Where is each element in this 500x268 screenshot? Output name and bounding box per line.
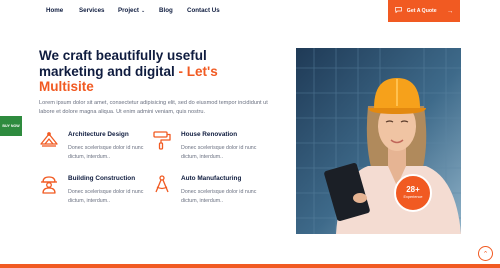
- service-description: Donec scelerisque dolor id nunc dictum, …: [68, 145, 144, 160]
- paint-roller-icon: [152, 130, 172, 150]
- scroll-to-top-button[interactable]: ⌃: [478, 246, 493, 261]
- buy-now-label: BUY NOW: [2, 124, 20, 128]
- experience-label: Experience: [403, 195, 423, 199]
- arrow-right-icon: →: [446, 7, 454, 15]
- experience-badge: 28+ Experience: [394, 174, 432, 212]
- hero-intro: Lorem ipsum dolor sit amet, consectetur …: [39, 100, 268, 116]
- service-title: Auto Manufacturing: [181, 175, 242, 182]
- nav-services[interactable]: Services: [79, 7, 104, 14]
- chevron-down-icon: ⌄: [140, 8, 146, 14]
- engineer-photo: 28+ Experience: [296, 48, 461, 234]
- get-a-quote-button[interactable]: Get A Quote →: [388, 0, 460, 22]
- hero-headline: We craft beautifully useful marketing an…: [39, 48, 254, 95]
- nav-blog[interactable]: Blog: [159, 7, 173, 14]
- chat-icon: [394, 7, 402, 15]
- nav-contact-us[interactable]: Contact Us: [187, 7, 220, 14]
- compass-icon: [152, 174, 172, 194]
- architecture-icon: [39, 130, 59, 150]
- construction-worker-icon: [39, 174, 59, 194]
- service-description: Donec scelerisque dolor id nunc dictum, …: [68, 189, 144, 204]
- nav-project[interactable]: Project ⌄: [118, 7, 145, 14]
- get-a-quote-label: Get A Quote: [406, 8, 437, 14]
- service-title: Building Construction: [68, 175, 136, 182]
- nav-home[interactable]: Home: [46, 7, 63, 14]
- service-description: Donec scelerisque dolor id nunc dictum, …: [181, 189, 257, 204]
- engineer-illustration: [296, 48, 461, 234]
- service-title: Architecture Design: [68, 131, 129, 138]
- main-navigation: Home Services Project ⌄ Blog Contact Us G…: [0, 0, 500, 22]
- service-description: Donec scelerisque dolor id nunc dictum, …: [181, 145, 257, 160]
- footer-accent-bar: [0, 264, 500, 268]
- nav-project-label: Project: [118, 7, 139, 14]
- experience-number: 28+: [406, 185, 420, 194]
- service-title: House Renovation: [181, 131, 238, 138]
- buy-now-tab[interactable]: BUY NOW: [0, 116, 22, 136]
- chevron-up-icon: ⌃: [482, 250, 489, 258]
